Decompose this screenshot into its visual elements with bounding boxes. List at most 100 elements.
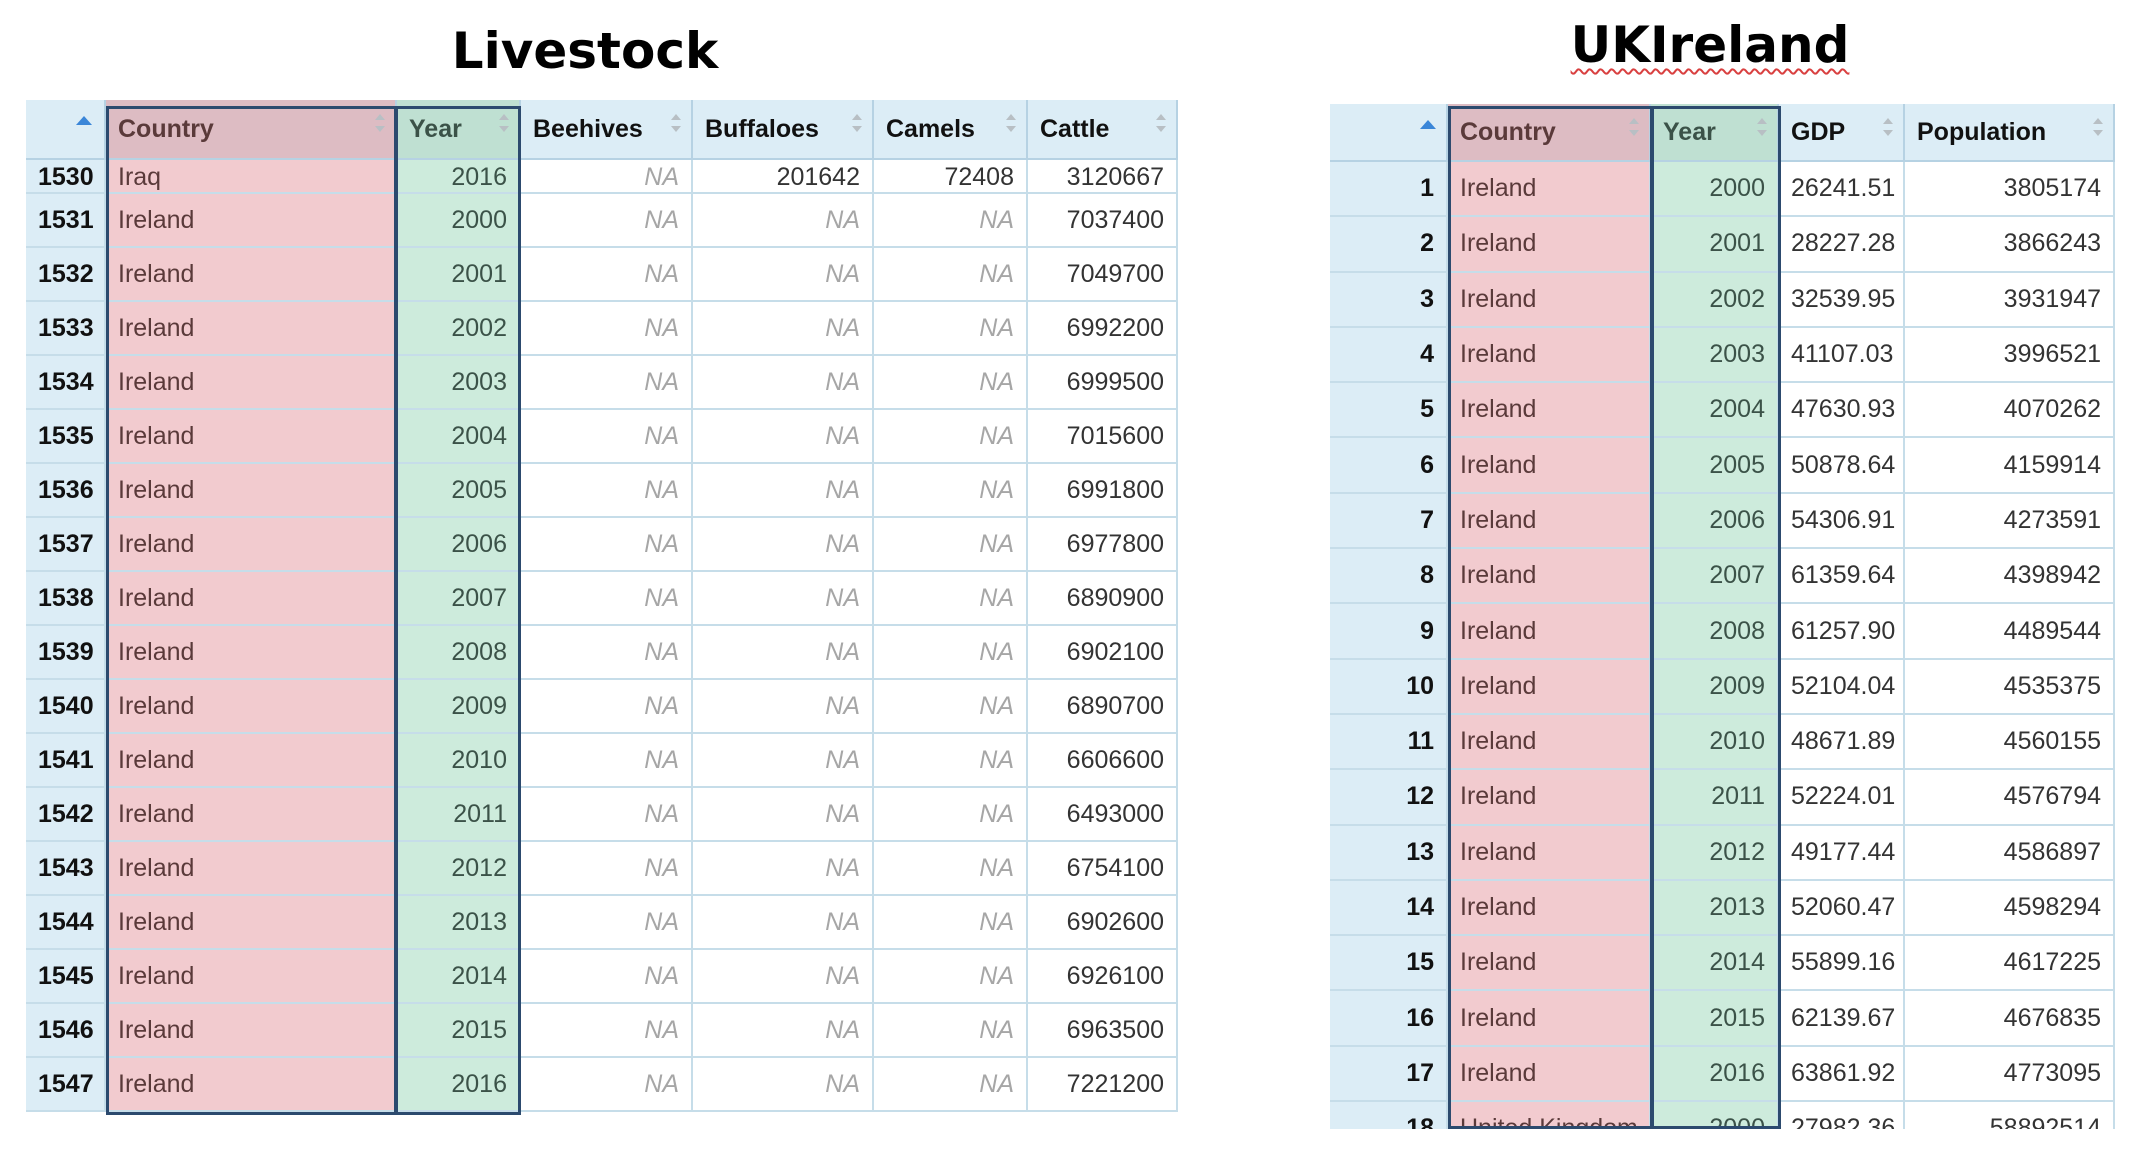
cell-camels: NA: [874, 194, 1028, 248]
cell-beehives: NA: [521, 572, 693, 626]
cell-gdp: 52060.47: [1779, 880, 1905, 937]
cell-buffaloes: NA: [693, 302, 874, 356]
cell-population: 4617225: [1905, 936, 2115, 992]
sort-icon[interactable]: [499, 114, 509, 138]
cell-gdp: 26241.51: [1779, 162, 1905, 218]
cell-country: Ireland: [1448, 991, 1651, 1047]
cell-country: Ireland: [106, 410, 397, 464]
sort-icon[interactable]: [1757, 118, 1767, 142]
cell-country: Ireland: [1448, 1046, 1651, 1103]
row-number: 1: [1330, 162, 1448, 218]
cell-year: 2001: [397, 248, 521, 302]
column-header-year[interactable]: Year: [397, 100, 521, 160]
ukireland-data-viewer[interactable]: Country Year GDP Population 1 Ireland 2000…: [1330, 104, 2115, 1129]
cell-beehives: NA: [521, 680, 693, 734]
cell-camels: NA: [874, 302, 1028, 356]
row-index-header[interactable]: [1330, 104, 1448, 162]
cell-cattle: 6890700: [1028, 680, 1178, 734]
cell-country: Ireland: [1448, 272, 1651, 328]
table-row: 14 Ireland 2013 52060.47 4598294: [1330, 880, 2115, 937]
row-number: 1537: [26, 518, 106, 572]
column-header-cattle[interactable]: Cattle: [1028, 100, 1178, 160]
table-row: 16 Ireland 2015 62139.67 4676835: [1330, 991, 2115, 1047]
cell-camels: NA: [874, 356, 1028, 410]
cell-country: Ireland: [106, 734, 397, 788]
cell-year: 2004: [1651, 383, 1779, 439]
cell-buffaloes: NA: [693, 896, 874, 950]
sort-icon[interactable]: [2093, 118, 2103, 142]
cell-country: Ireland: [106, 518, 397, 572]
row-number: 1532: [26, 248, 106, 302]
row-number: 16: [1330, 991, 1448, 1047]
table-row: 15 Ireland 2014 55899.16 4617225: [1330, 936, 2115, 992]
cell-country: Iraq: [106, 160, 397, 194]
cell-gdp: 55899.16: [1779, 936, 1905, 992]
cell-population: 4398942: [1905, 549, 2115, 605]
cell-population: 4273591: [1905, 493, 2115, 550]
cell-camels: NA: [874, 788, 1028, 842]
cell-country: Ireland: [106, 1058, 397, 1112]
cell-cattle: 6890900: [1028, 572, 1178, 626]
cell-country: United Kingdom: [1448, 1102, 1651, 1129]
sort-icon[interactable]: [1156, 114, 1166, 138]
row-number: 15: [1330, 936, 1448, 992]
cell-population: 3805174: [1905, 162, 2115, 218]
sort-icon[interactable]: [375, 114, 385, 138]
row-index-header[interactable]: [26, 100, 106, 160]
cell-buffaloes: NA: [693, 410, 874, 464]
column-header-buffaloes[interactable]: Buffaloes: [693, 100, 874, 160]
column-header-label: Country: [118, 114, 214, 143]
cell-camels: NA: [874, 518, 1028, 572]
column-header-beehives[interactable]: Beehives: [521, 100, 693, 160]
sort-icon[interactable]: [1006, 114, 1016, 138]
sort-icon[interactable]: [1629, 118, 1639, 142]
row-number: 1546: [26, 1004, 106, 1058]
column-header-camels[interactable]: Camels: [874, 100, 1028, 160]
cell-country: Ireland: [106, 896, 397, 950]
table-row: 1534 Ireland 2003 NA NA NA 6999500: [26, 356, 1178, 410]
table-row: 1543 Ireland 2012 NA NA NA 6754100: [26, 842, 1178, 896]
column-header-year[interactable]: Year: [1651, 104, 1779, 162]
cell-country: Ireland: [106, 248, 397, 302]
column-header-gdp[interactable]: GDP: [1779, 104, 1905, 162]
cell-population: 3996521: [1905, 327, 2115, 384]
livestock-title: Livestock: [451, 22, 719, 80]
column-header-population[interactable]: Population: [1905, 104, 2115, 162]
table-row: 1537 Ireland 2006 NA NA NA 6977800: [26, 518, 1178, 572]
livestock-data-viewer[interactable]: Country Year Beehives Buffaloes Camels C…: [26, 100, 1178, 1115]
row-number: 1543: [26, 842, 106, 896]
table-row-partial: 1530 Iraq 2016 NA 201642 72408 3120667: [26, 160, 1178, 194]
sort-icon[interactable]: [1883, 118, 1893, 142]
row-number: 1533: [26, 302, 106, 356]
cell-population: 4489544: [1905, 604, 2115, 660]
cell-camels: NA: [874, 950, 1028, 1004]
row-number: 1540: [26, 680, 106, 734]
cell-beehives: NA: [521, 410, 693, 464]
cell-year: 2007: [1651, 549, 1779, 605]
table-row: 6 Ireland 2005 50878.64 4159914: [1330, 438, 2115, 494]
cell-buffaloes: NA: [693, 1004, 874, 1058]
cell-country: Ireland: [106, 302, 397, 356]
row-number: 1547: [26, 1058, 106, 1112]
sort-icon[interactable]: [852, 114, 862, 138]
cell-cattle: 6977800: [1028, 518, 1178, 572]
cell-year: 2006: [1651, 493, 1779, 550]
sort-icon[interactable]: [671, 114, 681, 138]
column-header-country[interactable]: Country: [1448, 104, 1651, 162]
column-header-label: Population: [1917, 117, 2047, 146]
cell-year: 2016: [1651, 1046, 1779, 1103]
table-row: 1547 Ireland 2016 NA NA NA 7221200: [26, 1058, 1178, 1112]
cell-buffaloes: NA: [693, 194, 874, 248]
column-header-label: GDP: [1791, 117, 1846, 146]
column-header-country[interactable]: Country: [106, 100, 397, 160]
table-row: 1544 Ireland 2013 NA NA NA 6902600: [26, 896, 1178, 950]
cell-cattle: 7037400: [1028, 194, 1178, 248]
table-row: 1542 Ireland 2011 NA NA NA 6493000: [26, 788, 1178, 842]
cell-country: Ireland: [1448, 880, 1651, 937]
table-row: 1533 Ireland 2002 NA NA NA 6992200: [26, 302, 1178, 356]
cell-cattle: 6992200: [1028, 302, 1178, 356]
cell-gdp: 50878.64: [1779, 438, 1905, 494]
cell-buffaloes: NA: [693, 842, 874, 896]
cell-population: 4598294: [1905, 880, 2115, 937]
ukireland-table: Country Year GDP Population 1 Ireland 2000…: [1330, 104, 2115, 1129]
